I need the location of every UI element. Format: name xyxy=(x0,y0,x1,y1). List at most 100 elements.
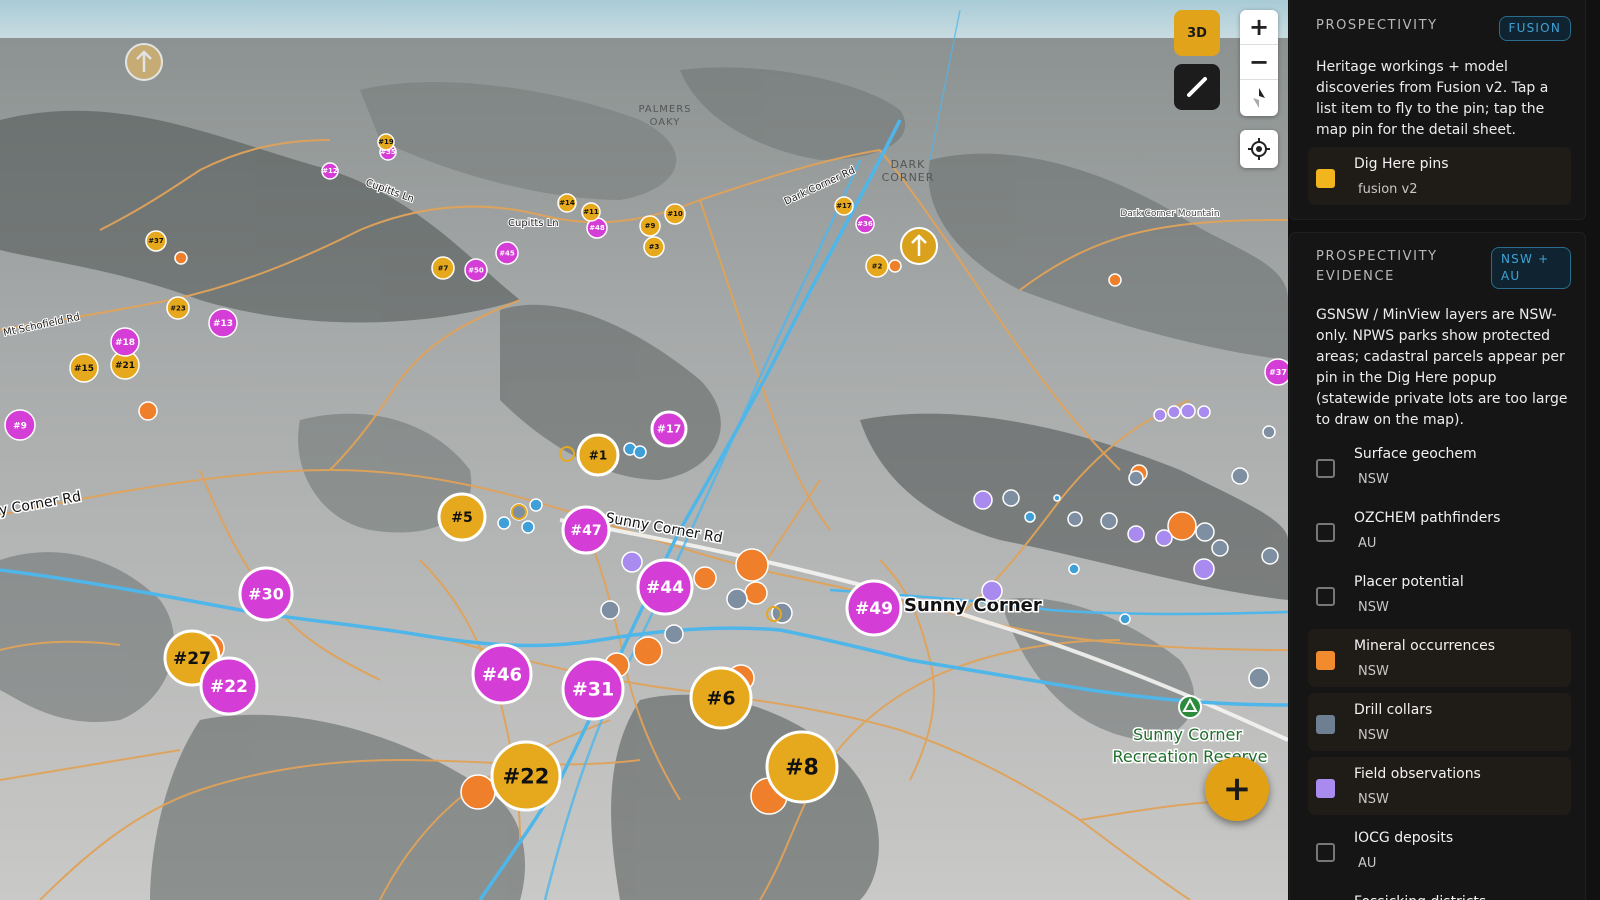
evidence-dot[interactable] xyxy=(1068,563,1080,575)
layer-ozchem-pathfinders[interactable]: OZCHEM pathfinders AU xyxy=(1308,501,1571,559)
evidence-dot[interactable] xyxy=(138,401,158,421)
dig-here-pin[interactable]: #49 xyxy=(845,579,903,637)
dig-here-pin[interactable]: #30 xyxy=(238,566,294,622)
dig-here-pin[interactable]: #3 xyxy=(643,236,665,258)
dig-here-pin[interactable]: #10 xyxy=(664,203,686,225)
evidence-dot[interactable] xyxy=(1067,511,1083,527)
dig-here-pin[interactable]: #19 xyxy=(377,133,395,151)
dig-here-pin[interactable]: #1 xyxy=(576,433,620,477)
dig-here-pin[interactable]: #11 xyxy=(581,202,601,222)
dig-here-pin[interactable]: #37 xyxy=(145,230,167,252)
add-fab-button[interactable]: + xyxy=(1205,757,1269,821)
evidence-dot[interactable] xyxy=(726,588,748,610)
layer-checkbox[interactable] xyxy=(1316,715,1335,734)
layer-checkbox[interactable] xyxy=(1316,779,1335,798)
dig-here-pin[interactable]: #13 xyxy=(208,308,238,338)
layer-checkbox[interactable] xyxy=(1316,843,1335,862)
evidence-dot[interactable] xyxy=(1261,547,1279,565)
layer-checkbox[interactable] xyxy=(1316,523,1335,542)
evidence-dot[interactable] xyxy=(621,551,643,573)
evidence-dot[interactable] xyxy=(460,774,496,810)
dig-here-pin[interactable]: #2 xyxy=(865,254,889,278)
layer-iocg-deposits[interactable]: IOCG deposits AU xyxy=(1308,821,1571,879)
evidence-dot[interactable] xyxy=(600,600,620,620)
evidence-dot[interactable] xyxy=(1100,512,1118,530)
evidence-dot[interactable] xyxy=(1248,667,1270,689)
evidence-dot[interactable] xyxy=(1002,489,1020,507)
layer-mineral-occurrences[interactable]: Mineral occurrences NSW xyxy=(1308,629,1571,687)
layer-field-observations[interactable]: Field observations NSW xyxy=(1308,757,1571,815)
layer-checkbox[interactable] xyxy=(1316,169,1335,188)
dig-here-pin[interactable]: #31 xyxy=(561,657,625,721)
evidence-dot[interactable] xyxy=(1262,425,1276,439)
evidence-dot[interactable] xyxy=(735,548,769,582)
terrain-map[interactable]: Sunny Corner Sunny Corner Recreation Res… xyxy=(0,0,1288,900)
evidence-dot[interactable] xyxy=(981,580,1003,602)
evidence-dot[interactable] xyxy=(1231,467,1249,485)
dig-here-pin[interactable]: #22 xyxy=(490,740,562,812)
evidence-dot[interactable] xyxy=(1119,613,1131,625)
evidence-dot[interactable] xyxy=(744,581,768,605)
layer-fossicking-districts[interactable]: Fossicking districts xyxy=(1308,885,1571,900)
evidence-dot[interactable] xyxy=(1128,470,1144,486)
evidence-dot[interactable] xyxy=(888,259,902,273)
evidence-dot[interactable] xyxy=(1193,558,1215,580)
layer-checkbox[interactable] xyxy=(1316,651,1335,670)
dig-here-pin[interactable]: #9 xyxy=(4,409,36,441)
layer-checkbox[interactable] xyxy=(1316,459,1335,478)
evidence-dot[interactable] xyxy=(973,490,993,510)
dig-here-pin[interactable]: #7 xyxy=(431,256,455,280)
evidence-dot[interactable] xyxy=(1211,539,1229,557)
dig-here-pin[interactable]: #18 xyxy=(110,327,140,357)
dig-here-pin[interactable]: #12 xyxy=(321,162,339,180)
evidence-dot[interactable] xyxy=(521,520,535,534)
layer-placer-potential[interactable]: Placer potential NSW xyxy=(1308,565,1571,623)
dig-here-pin[interactable]: #36 xyxy=(855,214,875,234)
evidence-dot[interactable] xyxy=(1167,405,1181,419)
evidence-dot[interactable] xyxy=(1195,522,1215,542)
map-canvas[interactable]: Sunny Corner Sunny Corner Recreation Res… xyxy=(0,0,1288,900)
zoom-in-button[interactable]: + xyxy=(1240,10,1278,45)
arrow-marker-icon[interactable] xyxy=(900,227,938,265)
arrow-marker-icon[interactable] xyxy=(125,43,163,81)
dig-here-pin[interactable]: #6 xyxy=(689,666,753,730)
evidence-dot[interactable] xyxy=(1155,529,1173,547)
layer-surface-geochem[interactable]: Surface geochem NSW xyxy=(1308,437,1571,495)
evidence-dot[interactable] xyxy=(1180,403,1196,419)
dig-here-pin[interactable]: #17 xyxy=(650,410,688,448)
dig-here-pin[interactable]: #15 xyxy=(69,353,99,383)
3d-toggle-button[interactable]: 3D xyxy=(1174,10,1220,56)
dig-here-pin[interactable]: #45 xyxy=(495,241,519,265)
locate-me-button[interactable] xyxy=(1240,130,1278,168)
reserve-marker-icon[interactable] xyxy=(1178,695,1202,719)
evidence-dot[interactable] xyxy=(1053,494,1061,502)
evidence-dot[interactable] xyxy=(1197,405,1211,419)
dig-here-pin[interactable]: #46 xyxy=(471,643,533,705)
evidence-dot[interactable] xyxy=(1127,525,1145,543)
evidence-dot[interactable] xyxy=(664,624,684,644)
dig-here-pin[interactable]: #22 xyxy=(199,656,259,716)
evidence-dot[interactable] xyxy=(529,498,543,512)
dig-here-pin[interactable]: #37 xyxy=(1264,358,1288,386)
evidence-dot[interactable] xyxy=(497,516,511,530)
dig-here-pin[interactable]: #44 xyxy=(636,558,694,616)
evidence-dot[interactable] xyxy=(1024,511,1036,523)
evidence-dot[interactable] xyxy=(633,445,647,459)
dig-here-pin[interactable]: #50 xyxy=(464,258,488,282)
zoom-out-button[interactable]: − xyxy=(1240,45,1278,80)
dig-here-pin[interactable]: #14 xyxy=(557,193,577,213)
dig-here-pin[interactable]: #17 xyxy=(834,196,854,216)
dig-here-pin[interactable]: #8 xyxy=(765,730,839,804)
evidence-dot[interactable] xyxy=(633,636,663,666)
evidence-dot[interactable] xyxy=(1153,408,1167,422)
evidence-dot[interactable] xyxy=(1108,273,1122,287)
layer-checkbox[interactable] xyxy=(1316,587,1335,606)
layer-dig-here-pins[interactable]: Dig Here pins fusion v2 xyxy=(1308,147,1571,205)
layer-drill-collars[interactable]: Drill collars NSW xyxy=(1308,693,1571,751)
evidence-dot[interactable] xyxy=(174,251,188,265)
dig-here-pin[interactable]: #23 xyxy=(166,296,190,320)
measure-button[interactable] xyxy=(1174,64,1220,110)
compass-button[interactable] xyxy=(1240,80,1278,115)
dig-here-pin[interactable]: #9 xyxy=(639,215,661,237)
evidence-dot[interactable] xyxy=(693,566,717,590)
